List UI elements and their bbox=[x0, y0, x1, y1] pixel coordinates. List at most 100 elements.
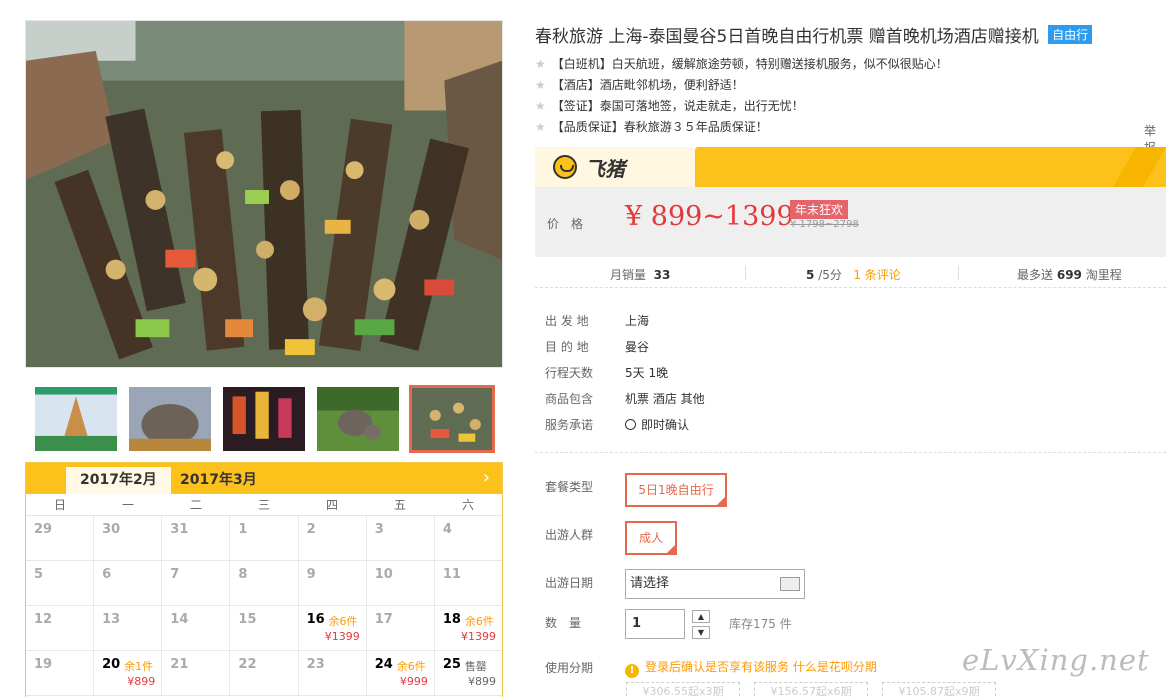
info-value: 5天 1晚 bbox=[625, 366, 669, 380]
calendar-day: 10 bbox=[366, 561, 435, 606]
calendar-day: 21 bbox=[162, 651, 231, 696]
star-icon: ★ bbox=[535, 78, 546, 92]
warning-icon: ! bbox=[625, 664, 639, 678]
info-label: 商品包含 bbox=[545, 392, 594, 406]
thumbnail-strip bbox=[25, 385, 503, 457]
price-box: 价格 ¥ 899~1399 年末狂欢 ¥ 1798~2798 bbox=[535, 187, 1166, 257]
main-product-photo bbox=[25, 20, 503, 368]
installment-help-link[interactable]: 什么是花呗分期 bbox=[793, 660, 877, 674]
chevron-right-icon[interactable]: › bbox=[483, 467, 490, 489]
thumbnail-3[interactable] bbox=[221, 385, 307, 453]
calendar-day[interactable]: 18 余6件 ¥1399 bbox=[434, 606, 502, 651]
calendar-day: 5 bbox=[26, 561, 95, 606]
info-value: 机票 酒店 其他 bbox=[625, 392, 705, 406]
fliggy-logo-icon bbox=[553, 155, 577, 179]
calendar-tab-mar[interactable]: 2017年3月 bbox=[166, 467, 271, 494]
date-label: 出游日期 bbox=[545, 576, 594, 590]
qty-label: 数 量 bbox=[545, 616, 582, 630]
price-label: 价格 bbox=[547, 217, 596, 231]
calendar-day: 23 bbox=[298, 651, 367, 696]
thumbnail-5[interactable] bbox=[409, 385, 495, 453]
feature-item: ★ 【白班机】白天航班，缓解旅途劳顿，特别赠送接机服务，似不似很贴心！ bbox=[535, 57, 948, 71]
calendar-day: 13 bbox=[94, 606, 163, 651]
installment-label: 使用分期 bbox=[545, 661, 594, 675]
calendar-day: 8 bbox=[230, 561, 299, 606]
group-label: 出游人群 bbox=[545, 528, 594, 542]
day-price: ¥899 bbox=[467, 675, 496, 688]
day-stock: 售罄 bbox=[464, 660, 487, 673]
calendar-weekdays: 日一二三四五六 bbox=[26, 494, 502, 516]
site-watermark: eLvXing.net bbox=[962, 643, 1150, 677]
weekday-header: 六 bbox=[461, 498, 474, 512]
thumbnail-2[interactable] bbox=[127, 385, 213, 453]
info-label: 行程天数 bbox=[545, 366, 594, 380]
calendar-grid: 29 30 31 1 2 3 4 5 6 7 8 9 10 11 12 13 14 15 16 余6件 ¥1399 17 1… bbox=[26, 516, 502, 696]
calendar-day[interactable]: 16 余6件 ¥1399 bbox=[298, 606, 367, 651]
calendar-day: 22 bbox=[230, 651, 299, 696]
info-label: 服务承诺 bbox=[545, 418, 594, 432]
calendar-day: 25 售罄 ¥899 bbox=[434, 651, 502, 696]
price-value: ¥ 899~1399 bbox=[625, 201, 794, 232]
calendar-day: 3 bbox=[366, 516, 435, 561]
group-option[interactable]: 成人 bbox=[625, 521, 677, 555]
calendar-day: 2 bbox=[298, 516, 367, 561]
decrease-icon[interactable]: ▼ bbox=[692, 626, 710, 639]
info-value: 即时确认 bbox=[625, 416, 689, 433]
installment-plan-6[interactable]: ¥156.57起x6期 bbox=[754, 682, 868, 697]
calendar-day: 12 bbox=[26, 606, 95, 651]
package-option[interactable]: 5日1晚自由行 bbox=[625, 473, 727, 507]
calendar-day: 31 bbox=[162, 516, 231, 561]
calendar-day: 1 bbox=[230, 516, 299, 561]
feature-list: ★ 【白班机】白天航班，缓解旅途劳顿，特别赠送接机服务，似不似很贴心！ ★ 【酒店】酒… bbox=[535, 54, 948, 138]
product-title: 春秋旅游 上海-泰国曼谷5日首晚自由行机票 赠首晚机场酒店赠接机 自由行 bbox=[535, 22, 1093, 47]
calendar-day: 14 bbox=[162, 606, 231, 651]
rating: 5 /5分 1 条评论 bbox=[806, 268, 901, 282]
weekday-header: 日 bbox=[53, 498, 66, 512]
feature-item: ★ 【品质保证】春秋旅游３５年品质保证！ bbox=[535, 120, 768, 134]
stats-bar: 月销量 33 5 /5分 1 条评论 最多送 699 淘里程 bbox=[535, 258, 1166, 288]
info-value: 上海 bbox=[625, 314, 650, 328]
floating-market-image bbox=[26, 21, 502, 367]
promo-tag: 年末狂欢 bbox=[790, 200, 849, 219]
day-price: ¥1399 bbox=[460, 630, 496, 643]
day-stock: 余6件 bbox=[328, 615, 358, 628]
product-title-text: 春秋旅游 上海-泰国曼谷5日首晚自由行机票 赠首晚机场酒店赠接机 bbox=[535, 27, 1039, 47]
calendar-day[interactable]: 20 余1件 ¥899 bbox=[94, 651, 163, 696]
thumbnail-4[interactable] bbox=[315, 385, 401, 453]
feature-item: ★ 【酒店】酒店毗邻机场，便利舒适！ bbox=[535, 78, 744, 92]
installment-info: ! 登录后确认是否享有该服务 什么是花呗分期 bbox=[625, 658, 877, 678]
installment-plan-3[interactable]: ¥306.55起x3期 bbox=[626, 682, 740, 697]
monthly-sales: 月销量 33 bbox=[610, 268, 671, 282]
calendar-day: 30 bbox=[94, 516, 163, 561]
weekday-header: 四 bbox=[325, 498, 338, 512]
day-stock: 余6件 bbox=[464, 615, 494, 628]
installment-plan-9[interactable]: ¥105.87起x9期 bbox=[882, 682, 996, 697]
increase-icon[interactable]: ▲ bbox=[692, 610, 710, 623]
check-icon bbox=[625, 419, 636, 430]
star-icon: ★ bbox=[535, 120, 546, 134]
reviews-link[interactable]: 1 条评论 bbox=[853, 268, 900, 282]
feature-item: ★ 【签证】泰国可落地签，说走就走，出行无忧！ bbox=[535, 99, 804, 113]
calendar-day: 7 bbox=[162, 561, 231, 606]
calendar-day: 29 bbox=[26, 516, 95, 561]
calendar-day: 17 bbox=[366, 606, 435, 651]
calendar-day: 19 bbox=[26, 651, 95, 696]
calendar-tab-feb[interactable]: 2017年2月 bbox=[66, 467, 171, 494]
calendar-icon[interactable] bbox=[780, 577, 800, 591]
quantity-input[interactable]: 1 bbox=[625, 609, 685, 639]
calendar-header: 2017年2月 2017年3月 › bbox=[26, 463, 502, 494]
date-picker-input[interactable]: 请选择 bbox=[625, 569, 805, 599]
calendar-day: 15 bbox=[230, 606, 299, 651]
calendar-day: 6 bbox=[94, 561, 163, 606]
star-icon: ★ bbox=[535, 57, 546, 71]
info-label: 出 发 地 bbox=[545, 314, 589, 328]
stock-text: 库存175 件 bbox=[729, 617, 792, 631]
day-price: ¥1399 bbox=[324, 630, 360, 643]
fliggy-brand-bar: 飞猪 bbox=[535, 147, 1166, 187]
day-stock: 余6件 bbox=[396, 660, 426, 673]
calendar-day[interactable]: 24 余6件 ¥999 bbox=[366, 651, 435, 696]
info-label: 目 的 地 bbox=[545, 340, 589, 354]
thumbnail-1[interactable] bbox=[33, 385, 119, 453]
package-label: 套餐类型 bbox=[545, 480, 594, 494]
login-link[interactable]: 登录后确认是否享有该服务 bbox=[645, 660, 789, 674]
